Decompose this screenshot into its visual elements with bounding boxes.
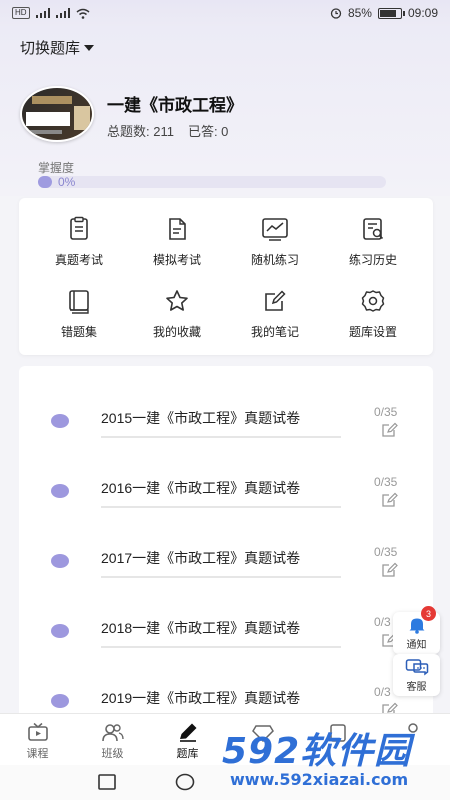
- menu-favorites[interactable]: 我的收藏: [127, 287, 227, 347]
- bank-cover-image: [20, 86, 94, 142]
- battery-percent: 85%: [347, 6, 372, 20]
- nav-label: 班级: [101, 748, 124, 760]
- mastery-progress-bar: [38, 176, 386, 188]
- list-item[interactable]: 2016一建《市政工程》真题试卷 0/35: [19, 444, 433, 514]
- menu-mock-exam[interactable]: 模拟考试: [127, 215, 227, 275]
- total-questions: 总题数: 211: [107, 124, 174, 139]
- settings-icon: [359, 287, 387, 315]
- home-button[interactable]: [175, 773, 195, 796]
- edit-icon[interactable]: [381, 492, 399, 513]
- divider: [101, 576, 341, 578]
- menu-label: 我的笔记: [250, 325, 299, 339]
- paper-progress: 0/35: [374, 545, 398, 559]
- service-label: 客服: [406, 681, 427, 693]
- users-icon: [101, 724, 124, 742]
- menu-label: 错题集: [60, 325, 97, 339]
- bank-stats: 总题数: 211 已答: 0: [107, 121, 228, 140]
- answered-count: 已答: 0: [187, 124, 229, 139]
- caret-down-icon: [84, 44, 95, 51]
- notify-badge: 3: [421, 606, 436, 621]
- list-dot: [51, 554, 69, 568]
- menu-practice-history[interactable]: 练习历史: [323, 215, 423, 275]
- list-dot: [51, 484, 69, 498]
- paper-title: 2015一建《市政工程》真题试卷: [101, 410, 301, 426]
- nav-courses[interactable]: 课程: [0, 714, 75, 765]
- switch-bank-label: 切换题库: [20, 40, 81, 57]
- watermark-logo: 592软件园 www.592xiazai.com: [222, 722, 444, 800]
- paper-progress: 0/3: [374, 615, 391, 629]
- customer-service-button[interactable]: 客服: [393, 654, 440, 696]
- switch-bank-button[interactable]: 切换题库: [20, 37, 95, 58]
- recent-apps-button[interactable]: [98, 774, 116, 795]
- menu-bank-settings[interactable]: 题库设置: [323, 287, 423, 347]
- alarm-icon: [330, 8, 342, 19]
- mastery-label: 掌握度: [38, 161, 75, 175]
- signal-icon: [35, 8, 50, 18]
- signal-indicators: HD: [12, 7, 90, 19]
- paper-progress: 0/35: [374, 405, 398, 419]
- history-search-icon: [359, 215, 387, 243]
- nav-label: 课程: [26, 748, 49, 760]
- signal-icon: [55, 8, 70, 18]
- menu-label: 练习历史: [348, 253, 397, 267]
- hd-icon: HD: [12, 7, 30, 19]
- menu-real-exam[interactable]: 真题考试: [29, 215, 129, 275]
- nav-question-bank[interactable]: 题库: [150, 714, 225, 765]
- bank-title: 一建《市政工程》: [107, 96, 243, 115]
- battery-icon: [377, 7, 405, 19]
- book-icon: [65, 287, 93, 315]
- exam-paper-icon: [65, 215, 93, 243]
- menu-label: 模拟考试: [152, 253, 201, 267]
- document-icon: [163, 215, 191, 243]
- menu-my-notes[interactable]: 我的笔记: [225, 287, 325, 347]
- divider: [101, 436, 341, 438]
- watermark-url: www.592xiazai.com: [230, 770, 409, 789]
- list-dot: [51, 694, 69, 708]
- square-icon: [98, 774, 116, 790]
- list-item[interactable]: 2017一建《市政工程》真题试卷 0/35: [19, 514, 433, 584]
- wifi-icon: [76, 8, 90, 19]
- paper-title: 2016一建《市政工程》真题试卷: [101, 480, 301, 496]
- divider: [101, 506, 341, 508]
- edit-icon[interactable]: [381, 562, 399, 583]
- menu-random-practice[interactable]: 随机练习: [225, 215, 325, 275]
- notify-label: 通知: [406, 639, 427, 651]
- note-edit-icon: [261, 287, 289, 315]
- divider: [101, 646, 341, 648]
- menu-label: 随机练习: [250, 253, 299, 267]
- status-bar: HD 85% 09:09: [0, 0, 450, 26]
- tv-icon: [27, 722, 48, 741]
- mastery-progress-fill: [38, 176, 52, 188]
- menu-label: 我的收藏: [152, 325, 201, 339]
- circle-icon: [175, 773, 195, 791]
- paper-title: 2017一建《市政工程》真题试卷: [101, 550, 301, 566]
- list-item[interactable]: 2018一建《市政工程》真题试卷 0/3: [19, 584, 433, 654]
- menu-wrong-questions[interactable]: 错题集: [29, 287, 129, 347]
- nav-class[interactable]: 班级: [75, 714, 150, 765]
- edit-icon[interactable]: [381, 422, 399, 443]
- paper-progress: 0/3: [374, 685, 391, 699]
- menu-label: 题库设置: [348, 325, 397, 339]
- chart-icon: [261, 215, 289, 243]
- star-icon: [163, 287, 191, 315]
- nav-label: 题库: [176, 748, 199, 760]
- menu-label: 真题考试: [54, 253, 103, 267]
- pen-icon: [179, 723, 196, 742]
- list-item[interactable]: 2015一建《市政工程》真题试卷 0/35: [19, 374, 433, 444]
- list-dot: [51, 624, 69, 638]
- mastery-percent: 0%: [58, 175, 76, 189]
- paper-title: 2019一建《市政工程》真题试卷: [101, 690, 301, 706]
- clock: 09:09: [407, 6, 438, 20]
- notify-button[interactable]: 通知 3: [393, 606, 440, 654]
- chat-icon: [405, 658, 428, 676]
- watermark-text: 592软件园: [222, 731, 412, 772]
- paper-list: 2015一建《市政工程》真题试卷 0/35 2016一建《市政工程》真题试卷 0…: [19, 366, 433, 726]
- paper-progress: 0/35: [374, 475, 398, 489]
- function-grid: 真题考试 模拟考试 随机练习 练习历史 错题集 我的收藏 我的笔记 题库设置: [19, 198, 433, 355]
- list-dot: [51, 414, 69, 428]
- paper-title: 2018一建《市政工程》真题试卷: [101, 620, 301, 636]
